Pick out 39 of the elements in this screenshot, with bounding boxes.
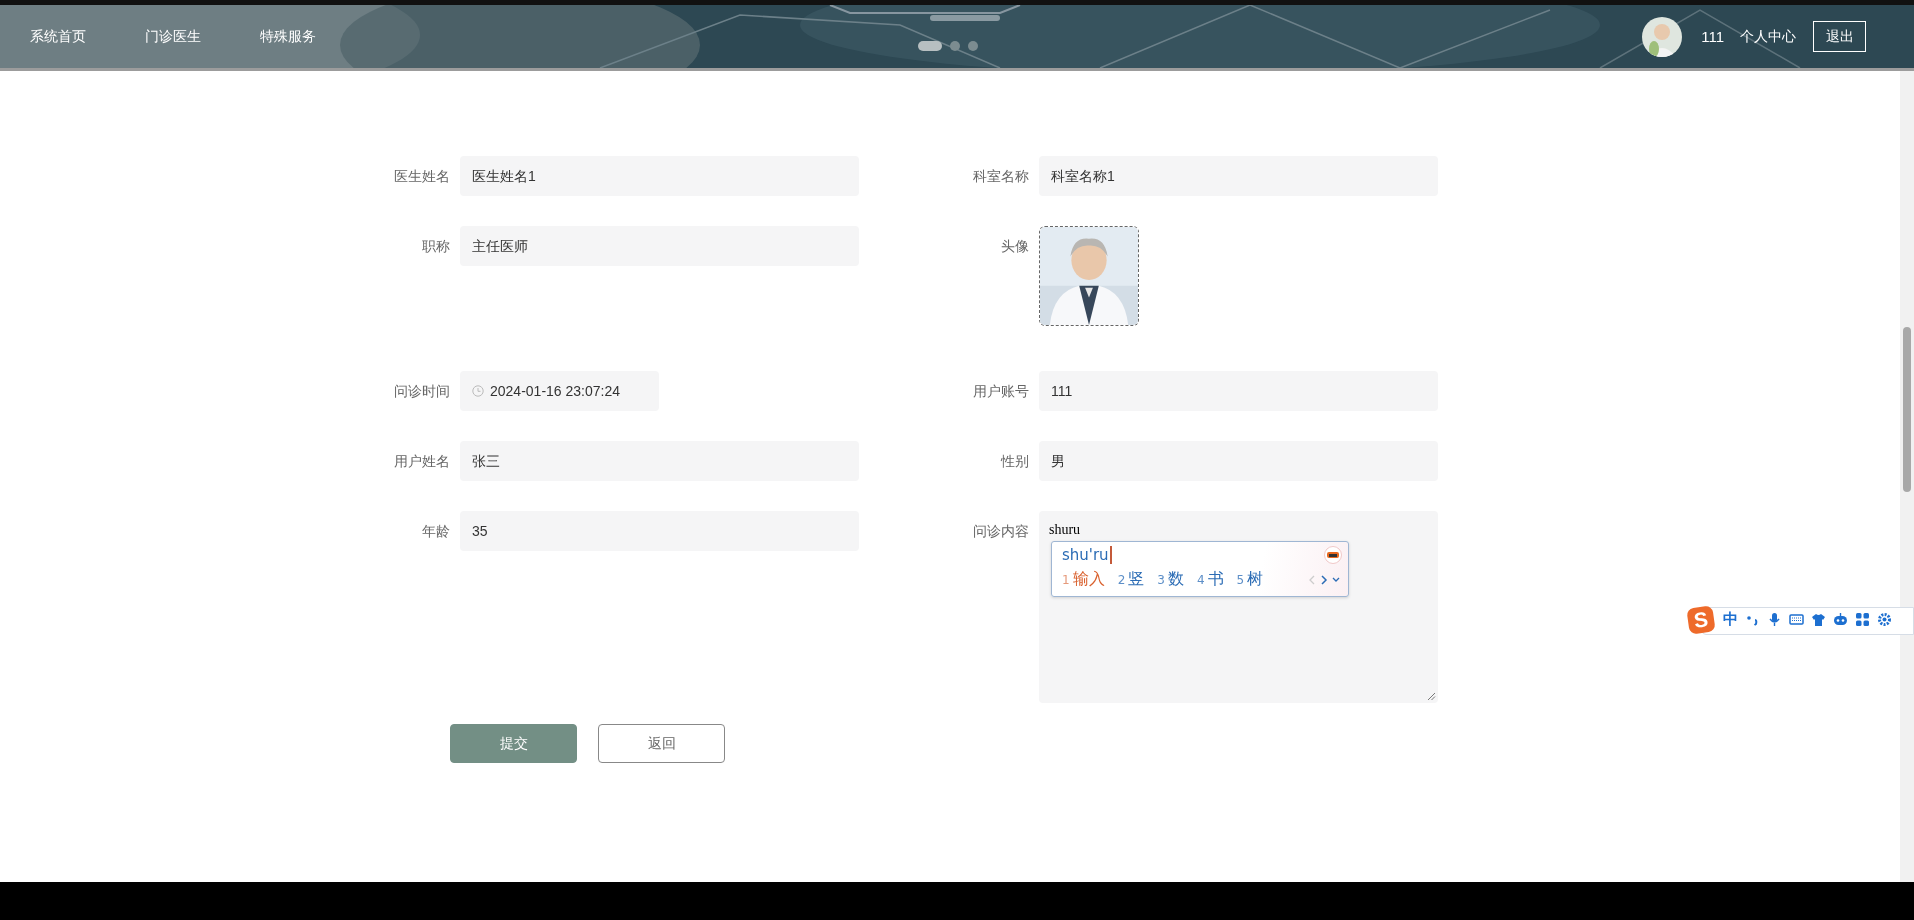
- date-field[interactable]: 2024-01-16 23:07:24: [460, 371, 659, 411]
- candidate[interactable]: 5 树: [1236, 570, 1264, 589]
- apps-icon[interactable]: [1855, 612, 1870, 627]
- text-field[interactable]: 张三: [460, 441, 859, 481]
- field-label: 问诊内容: [972, 522, 1029, 541]
- content-field[interactable]: shuru: [1049, 521, 1428, 539]
- text-field[interactable]: 主任医师: [460, 226, 859, 266]
- mascot-icon[interactable]: [1324, 546, 1342, 564]
- clock-icon: [472, 385, 484, 397]
- resize-grip-icon[interactable]: [1427, 692, 1436, 701]
- microphone-icon[interactable]: [1767, 612, 1782, 627]
- back-button[interactable]: 返回: [598, 724, 725, 763]
- settings-icon[interactable]: [1877, 612, 1892, 627]
- field-label: 医生姓名: [393, 167, 450, 186]
- field-label: 科室名称: [972, 167, 1029, 186]
- keyboard-icon[interactable]: [1789, 612, 1804, 627]
- submit-button[interactable]: 提交: [450, 724, 577, 763]
- candidate[interactable]: 2 竖: [1117, 570, 1145, 589]
- field-label: 用户账号: [972, 382, 1029, 401]
- text-field[interactable]: 35: [460, 511, 859, 551]
- field-label: 头像: [1000, 237, 1029, 256]
- scrollbar-thumb[interactable]: [1903, 327, 1911, 492]
- composition-text: shu'ru: [1062, 546, 1112, 564]
- text-field[interactable]: 男: [1039, 441, 1438, 481]
- text-field[interactable]: 科室名称1: [1039, 156, 1438, 196]
- candidate[interactable]: 1 输入: [1062, 570, 1105, 589]
- candidate[interactable]: 3 数: [1157, 570, 1184, 589]
- field-label: 职称: [421, 237, 450, 256]
- robot-icon[interactable]: [1833, 612, 1848, 627]
- shirt-icon[interactable]: [1811, 612, 1826, 627]
- field-label: 性别: [999, 452, 1029, 471]
- next-page-icon[interactable]: [1320, 575, 1328, 585]
- field-label: 年龄: [421, 522, 450, 541]
- field-label: 用户姓名: [393, 452, 450, 471]
- candidate[interactable]: 4 书: [1196, 570, 1224, 589]
- field-label: 问诊时间: [393, 382, 450, 401]
- text-field[interactable]: 医生姓名1: [460, 156, 859, 196]
- input-mode-toggle[interactable]: 中: [1723, 610, 1738, 629]
- text-field[interactable]: 111: [1039, 371, 1438, 411]
